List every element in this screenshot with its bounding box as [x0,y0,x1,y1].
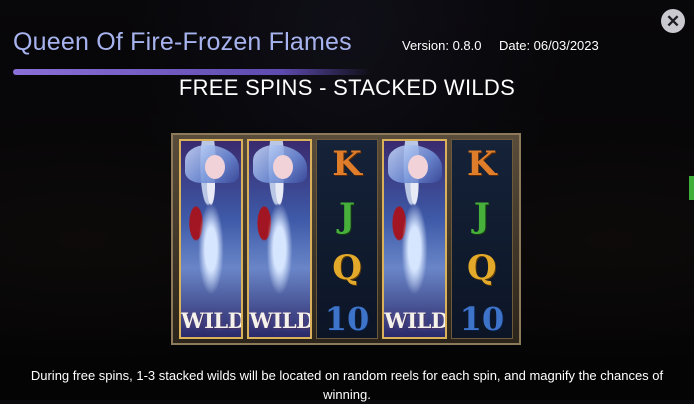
reel-2-stacked-wild: WILD [247,139,312,339]
version-label: Version: 0.8.0 [402,38,482,53]
date-label: Date: 06/03/2023 [499,38,599,53]
symbol-10: 10 [324,300,370,338]
scrollbar-thumb[interactable] [689,176,694,200]
symbol-k: K [332,144,362,184]
symbol-j: J [473,196,490,236]
reel-4-stacked-wild: WILD [382,139,447,339]
feature-description: During free spins, 1-3 stacked wilds wil… [30,368,664,402]
symbol-k: K [467,144,497,184]
symbol-q: Q [467,248,497,288]
wild-symbol: WILD [384,308,447,333]
symbol-j: J [338,196,356,236]
reels-illustration: WILD WILD K J Q 10 WILD K J Q 10 [171,133,521,345]
wild-symbol: WILD [181,308,244,333]
close-icon: ✕ [665,11,681,31]
reel-1-stacked-wild: WILD [179,139,244,339]
reel-3-symbols: K J Q 10 [315,139,379,339]
page-title: Queen Of Fire-Frozen Flames [13,28,352,56]
wild-symbol: WILD [249,308,312,333]
reel-5-symbols: K J Q 10 [450,139,514,339]
symbol-q: Q [332,248,362,288]
queen-face-art [205,155,225,179]
close-button[interactable]: ✕ [661,9,685,33]
section-title: FREE SPINS - STACKED WILDS [178,75,516,100]
symbol-10: 10 [459,300,505,338]
